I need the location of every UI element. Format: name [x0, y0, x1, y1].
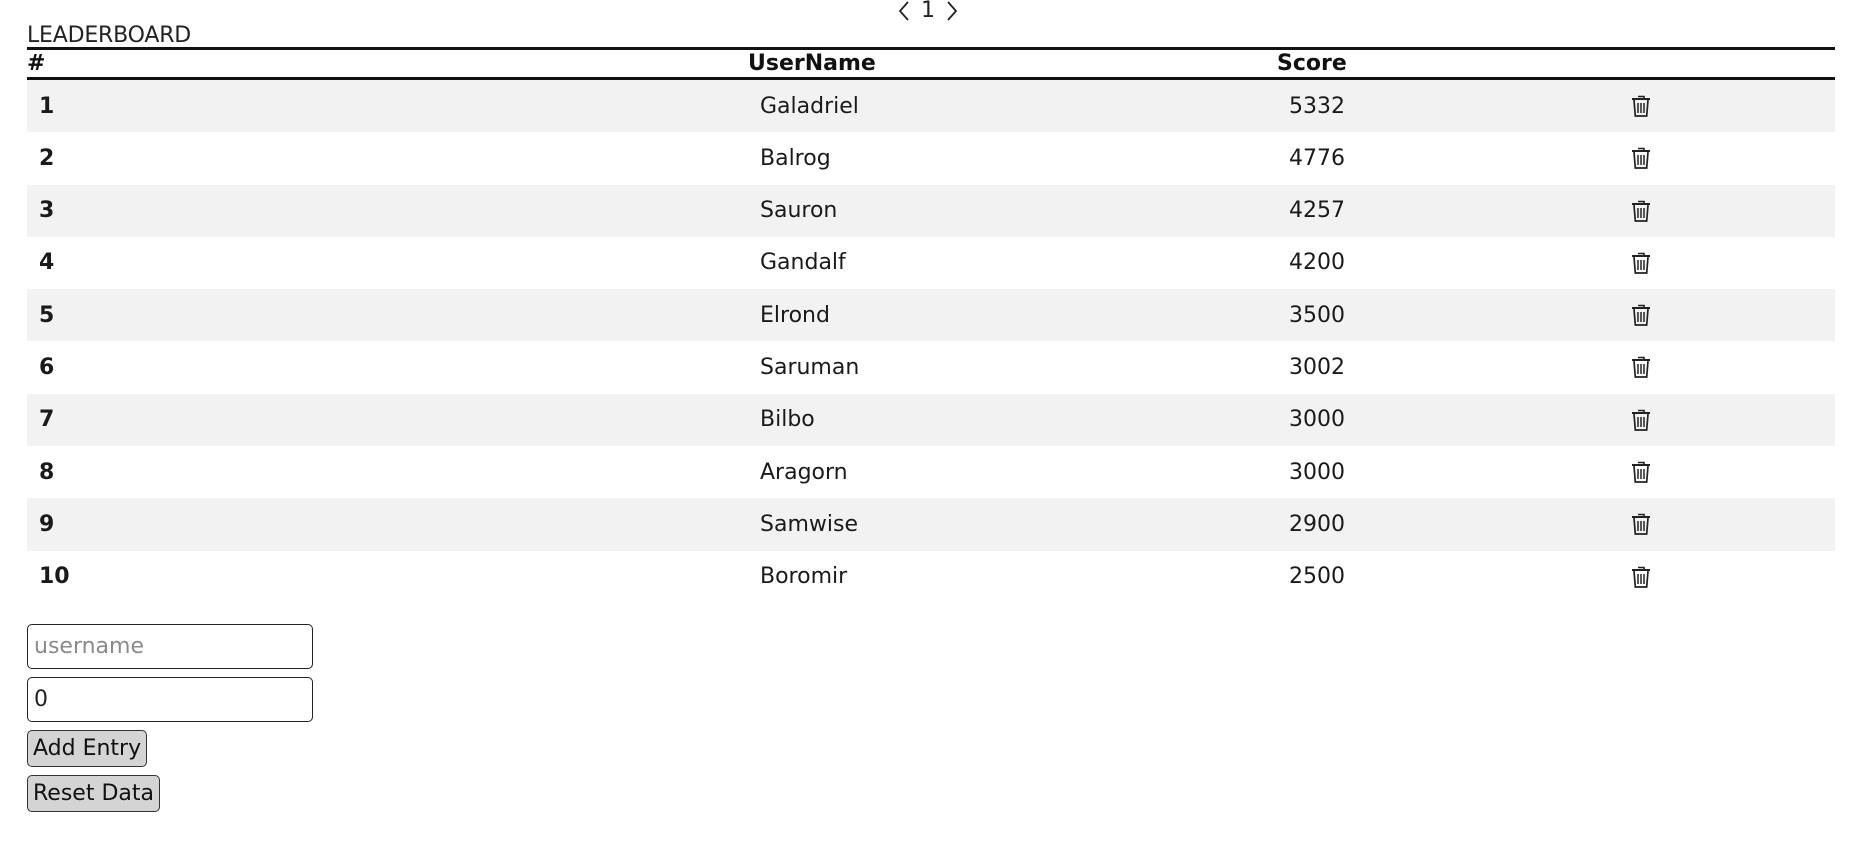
table-header: # UserName Score	[27, 47, 1835, 80]
add-entry-button[interactable]: Add Entry	[27, 730, 148, 767]
username-cell: Saruman	[760, 354, 860, 380]
chevron-right-icon[interactable]	[945, 0, 959, 22]
rank-cell: 9	[39, 511, 55, 537]
page-title: LEADERBOARD	[27, 23, 192, 48]
score-cell: 2500	[1289, 564, 1345, 590]
trash-icon[interactable]	[1630, 446, 1652, 498]
rank-cell: 7	[39, 407, 55, 433]
rank-cell: 6	[39, 354, 55, 380]
rank-cell: 3	[39, 198, 55, 224]
score-cell: 4200	[1289, 250, 1345, 276]
rank-cell: 1	[39, 93, 55, 119]
username-cell: Aragorn	[760, 459, 848, 485]
username-cell: Galadriel	[760, 93, 859, 119]
rank-cell: 5	[39, 302, 55, 328]
header-score: Score	[1277, 51, 1347, 76]
score-cell: 3500	[1289, 302, 1345, 328]
trash-icon[interactable]	[1630, 185, 1652, 237]
leaderboard-table: # UserName Score 1 Galadriel 5332 2 Balrog 47…	[27, 47, 1835, 603]
table-row: 6 Saruman 3002	[27, 341, 1835, 394]
score-cell: 4776	[1289, 145, 1345, 171]
header-rank: #	[27, 51, 46, 76]
add-entry-form: Add Entry Reset Data	[27, 624, 313, 820]
trash-icon[interactable]	[1630, 394, 1652, 446]
trash-icon[interactable]	[1630, 341, 1652, 393]
table-row: 10 Boromir 2500	[27, 550, 1835, 603]
table-row: 9 Samwise 2900	[27, 498, 1835, 551]
table-row: 3 Sauron 4257	[27, 184, 1835, 237]
score-input[interactable]	[27, 677, 313, 722]
trash-icon[interactable]	[1630, 289, 1652, 341]
username-cell: Bilbo	[760, 407, 815, 433]
rank-cell: 4	[39, 250, 55, 276]
score-cell: 4257	[1289, 198, 1345, 224]
trash-icon[interactable]	[1630, 80, 1652, 132]
leaderboard-page: 1 LEADERBOARD # UserName Score 1 Galadrie…	[0, 0, 1867, 852]
username-cell: Elrond	[760, 302, 830, 328]
header-username: UserName	[748, 51, 876, 76]
score-cell: 2900	[1289, 511, 1345, 537]
reset-data-button[interactable]: Reset Data	[27, 775, 160, 812]
trash-icon[interactable]	[1630, 498, 1652, 550]
rank-cell: 2	[39, 145, 55, 171]
username-cell: Sauron	[760, 198, 838, 224]
score-cell: 5332	[1289, 93, 1345, 119]
page-number: 1	[921, 0, 935, 23]
table-row: 8 Aragorn 3000	[27, 446, 1835, 499]
score-cell: 3000	[1289, 459, 1345, 485]
chevron-left-icon[interactable]	[897, 0, 911, 22]
trash-icon[interactable]	[1630, 551, 1652, 603]
table-row: 4 Gandalf 4200	[27, 236, 1835, 290]
username-cell: Balrog	[760, 145, 831, 171]
trash-icon[interactable]	[1630, 132, 1652, 184]
username-cell: Samwise	[760, 511, 858, 537]
table-body: 1 Galadriel 5332 2 Balrog 4776 3 Sauron 4257 4 Gan…	[27, 80, 1835, 603]
table-row: 1 Galadriel 5332	[27, 80, 1835, 133]
rank-cell: 8	[39, 459, 55, 485]
rank-cell: 10	[39, 564, 70, 590]
table-row: 7 Bilbo 3000	[27, 393, 1835, 447]
score-cell: 3000	[1289, 407, 1345, 433]
username-cell: Boromir	[760, 564, 848, 590]
username-cell: Gandalf	[760, 250, 846, 276]
username-input[interactable]	[27, 624, 313, 669]
score-cell: 3002	[1289, 354, 1345, 380]
pagination: 1	[897, 0, 959, 22]
table-row: 2 Balrog 4776	[27, 132, 1835, 185]
trash-icon[interactable]	[1630, 237, 1652, 289]
table-row: 5 Elrond 3500	[27, 289, 1835, 342]
